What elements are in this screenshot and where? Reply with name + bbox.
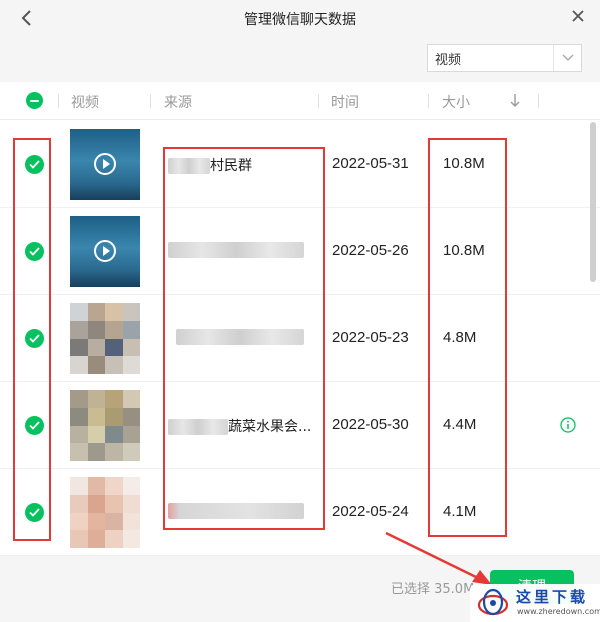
info-icon[interactable] bbox=[560, 417, 576, 433]
table-row[interactable]: 2022-05-23 4.8M bbox=[0, 295, 600, 382]
row-source bbox=[168, 503, 318, 523]
column-header-size[interactable]: 大小 bbox=[442, 92, 470, 112]
column-header-time[interactable]: 时间 bbox=[331, 92, 359, 112]
blurred-text bbox=[168, 158, 210, 174]
video-thumbnail[interactable] bbox=[70, 216, 140, 287]
row-time: 2022-05-23 bbox=[332, 329, 409, 346]
play-icon bbox=[94, 153, 116, 175]
watermark-text: 这里下载 bbox=[516, 588, 589, 606]
pixelated-image bbox=[70, 303, 140, 374]
image-thumbnail[interactable] bbox=[70, 390, 140, 461]
image-thumbnail[interactable] bbox=[70, 477, 140, 548]
play-icon bbox=[94, 240, 116, 262]
row-time: 2022-05-24 bbox=[332, 503, 409, 520]
row-time: 2022-05-30 bbox=[332, 416, 409, 433]
pixelated-image bbox=[70, 477, 140, 548]
table-row[interactable]: 蔬菜水果会... 2022-05-30 4.4M bbox=[0, 382, 600, 469]
selected-size-label: 已选择 35.0M bbox=[391, 582, 475, 597]
row-size: 4.4M bbox=[443, 416, 477, 433]
table-header: 视频 来源 时间 大小 bbox=[0, 82, 600, 120]
column-divider bbox=[150, 94, 151, 108]
table-row[interactable]: 2022-05-24 4.1M bbox=[0, 469, 600, 556]
table-row[interactable]: 2022-05-26 10.8M bbox=[0, 208, 600, 295]
row-checkbox[interactable] bbox=[25, 242, 44, 261]
sort-descending-icon[interactable] bbox=[509, 93, 521, 109]
type-filter-select[interactable]: 视频 bbox=[427, 44, 582, 72]
site-logo-icon bbox=[477, 588, 509, 616]
close-icon bbox=[572, 10, 584, 22]
column-header-media[interactable]: 视频 bbox=[71, 92, 99, 112]
close-button[interactable] bbox=[568, 6, 588, 26]
column-header-source[interactable]: 来源 bbox=[164, 92, 192, 112]
blurred-text bbox=[168, 503, 304, 519]
row-checkbox[interactable] bbox=[25, 416, 44, 435]
chevron-down-icon bbox=[562, 54, 573, 61]
checkmark-icon bbox=[29, 247, 40, 256]
type-filter-value: 视频 bbox=[435, 52, 462, 68]
image-thumbnail[interactable] bbox=[70, 303, 140, 374]
row-size: 10.8M bbox=[443, 242, 485, 259]
checkmark-icon bbox=[29, 160, 40, 169]
checkmark-icon bbox=[29, 508, 40, 517]
row-checkbox[interactable] bbox=[25, 329, 44, 348]
column-divider bbox=[538, 94, 539, 108]
row-checkbox[interactable] bbox=[25, 503, 44, 522]
watermark-url: www.zheredown.com bbox=[517, 607, 600, 616]
row-size: 4.8M bbox=[443, 329, 477, 346]
blurred-text bbox=[168, 242, 304, 258]
video-thumbnail[interactable] bbox=[70, 129, 140, 200]
row-source-text: 村民群 bbox=[210, 158, 252, 174]
row-checkbox[interactable] bbox=[25, 155, 44, 174]
blurred-text bbox=[176, 329, 304, 345]
row-time: 2022-05-31 bbox=[332, 155, 409, 172]
window-title: 管理微信聊天数据 bbox=[244, 12, 356, 28]
title-bar: 管理微信聊天数据 bbox=[0, 0, 600, 36]
row-source-text: 蔬菜水果会... bbox=[228, 419, 312, 435]
checkmark-icon bbox=[29, 334, 40, 343]
row-source: 蔬菜水果会... bbox=[168, 416, 318, 436]
column-divider bbox=[318, 94, 319, 108]
checkmark-icon bbox=[29, 421, 40, 430]
pixelated-image bbox=[70, 390, 140, 461]
file-table: 视频 来源 时间 大小 村民群 2022-05-31 10.8M 2022-05… bbox=[0, 82, 600, 556]
row-source: 村民群 bbox=[168, 155, 318, 175]
select-all-checkbox[interactable] bbox=[26, 92, 43, 109]
column-divider bbox=[58, 94, 59, 108]
dropdown-arrow[interactable] bbox=[553, 45, 581, 71]
row-source bbox=[168, 329, 318, 349]
vertical-scrollbar[interactable] bbox=[590, 122, 596, 282]
row-size: 4.1M bbox=[443, 503, 477, 520]
row-source bbox=[168, 242, 318, 262]
column-divider bbox=[428, 94, 429, 108]
blurred-text bbox=[168, 419, 228, 435]
row-size: 10.8M bbox=[443, 155, 485, 172]
site-watermark: 这里下载 www.zheredown.com bbox=[470, 584, 600, 622]
row-time: 2022-05-26 bbox=[332, 242, 409, 259]
table-row[interactable]: 村民群 2022-05-31 10.8M bbox=[0, 121, 600, 208]
